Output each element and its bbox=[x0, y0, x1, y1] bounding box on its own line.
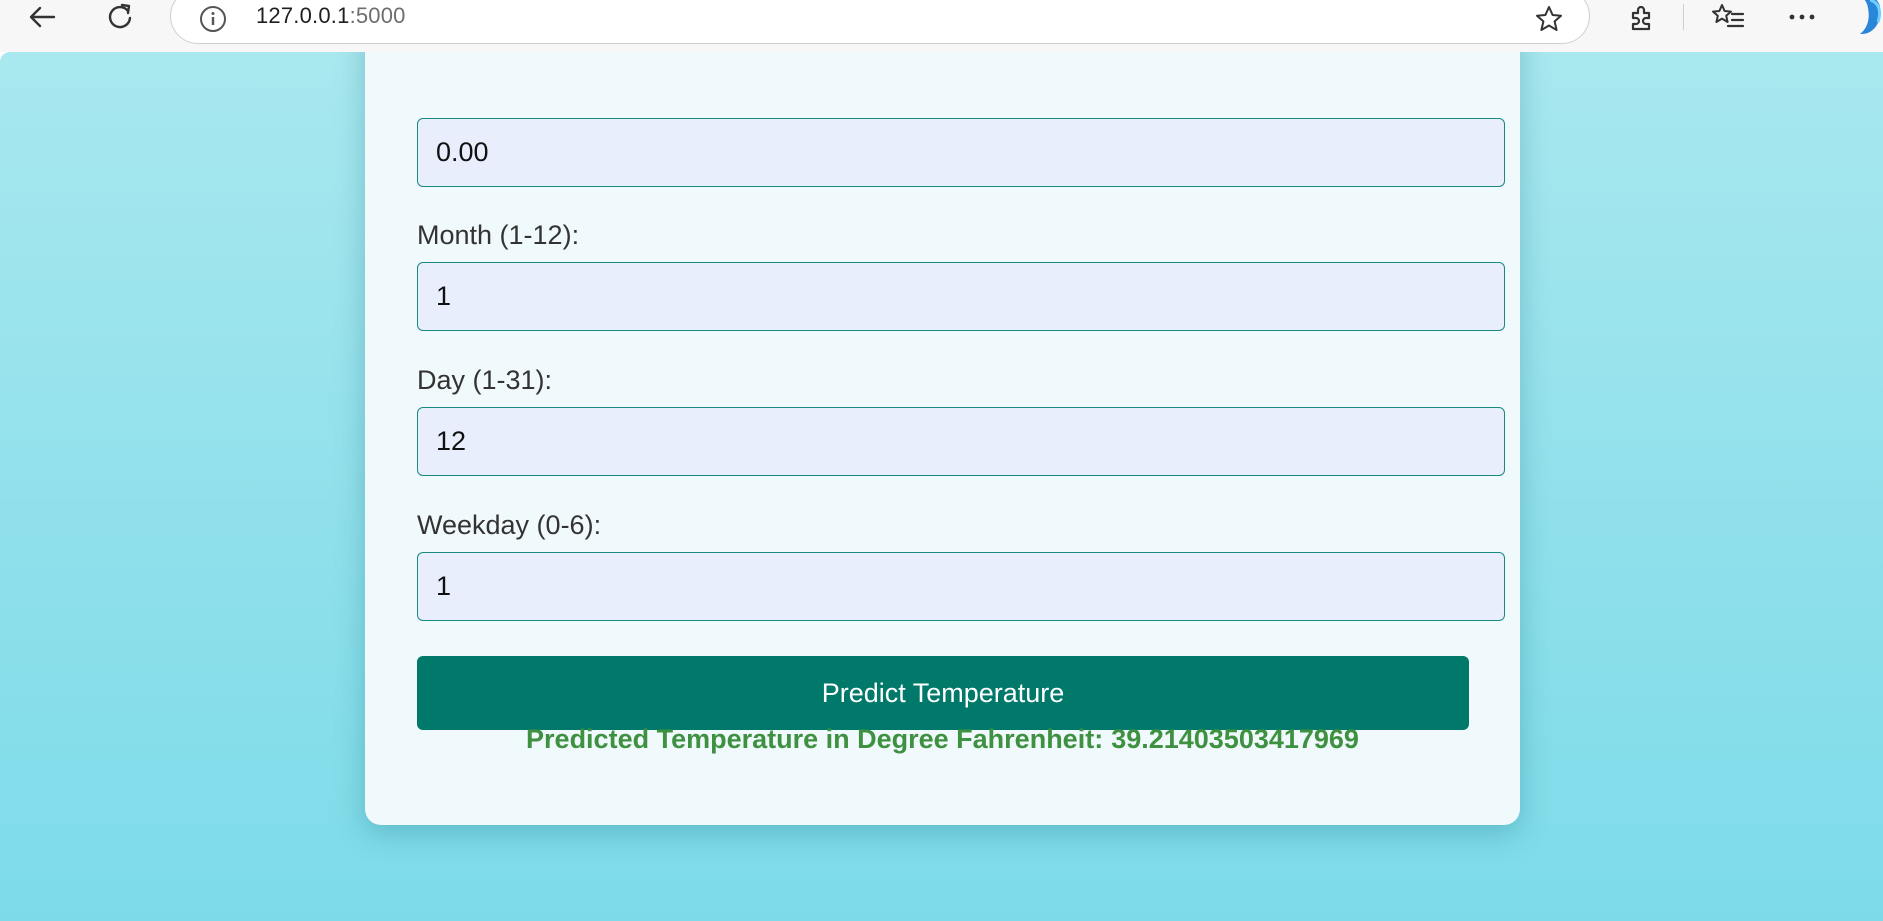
month-label: Month (1-12): bbox=[417, 220, 580, 250]
favorites-list-icon[interactable] bbox=[1706, 0, 1750, 34]
result-label: Predicted Temperature in Degree Fahrenhe… bbox=[526, 724, 1104, 754]
toolbar-separator bbox=[1683, 4, 1684, 30]
address-bar[interactable]: 127.0.0.1:5000 bbox=[170, 0, 1590, 44]
browser-toolbar: 127.0.0.1:5000 bbox=[0, 0, 1883, 52]
weekday-label: Weekday (0-6): bbox=[417, 510, 602, 540]
url-text[interactable]: 127.0.0.1:5000 bbox=[256, 3, 406, 29]
prediction-form-card: 0.00 Month (1-12): 1 Day (1-31): 12 Week… bbox=[365, 52, 1520, 825]
url-port: :5000 bbox=[349, 3, 406, 28]
month-input[interactable]: 1 bbox=[417, 262, 1505, 331]
result-value: 39.21403503417969 bbox=[1111, 724, 1359, 754]
copilot-icon[interactable] bbox=[1856, 0, 1883, 36]
predict-temperature-button[interactable]: Predict Temperature bbox=[417, 656, 1469, 730]
day-input[interactable]: 12 bbox=[417, 407, 1505, 476]
url-host: 127.0.0.1 bbox=[256, 3, 350, 28]
site-info-icon[interactable] bbox=[199, 5, 227, 33]
day-label: Day (1-31): bbox=[417, 365, 553, 395]
more-options-icon[interactable] bbox=[1780, 0, 1824, 34]
weekday-input[interactable]: 1 bbox=[417, 552, 1505, 621]
extensions-puzzle-icon[interactable] bbox=[1620, 0, 1664, 34]
prediction-result: Predicted Temperature in Degree Fahrenhe… bbox=[365, 724, 1520, 755]
precipitation-input[interactable]: 0.00 bbox=[417, 118, 1505, 187]
reload-icon[interactable] bbox=[98, 0, 142, 34]
back-arrow-icon[interactable] bbox=[20, 0, 64, 34]
page-background: 0.00 Month (1-12): 1 Day (1-31): 12 Week… bbox=[0, 52, 1883, 921]
favorite-star-icon[interactable] bbox=[1533, 3, 1565, 35]
